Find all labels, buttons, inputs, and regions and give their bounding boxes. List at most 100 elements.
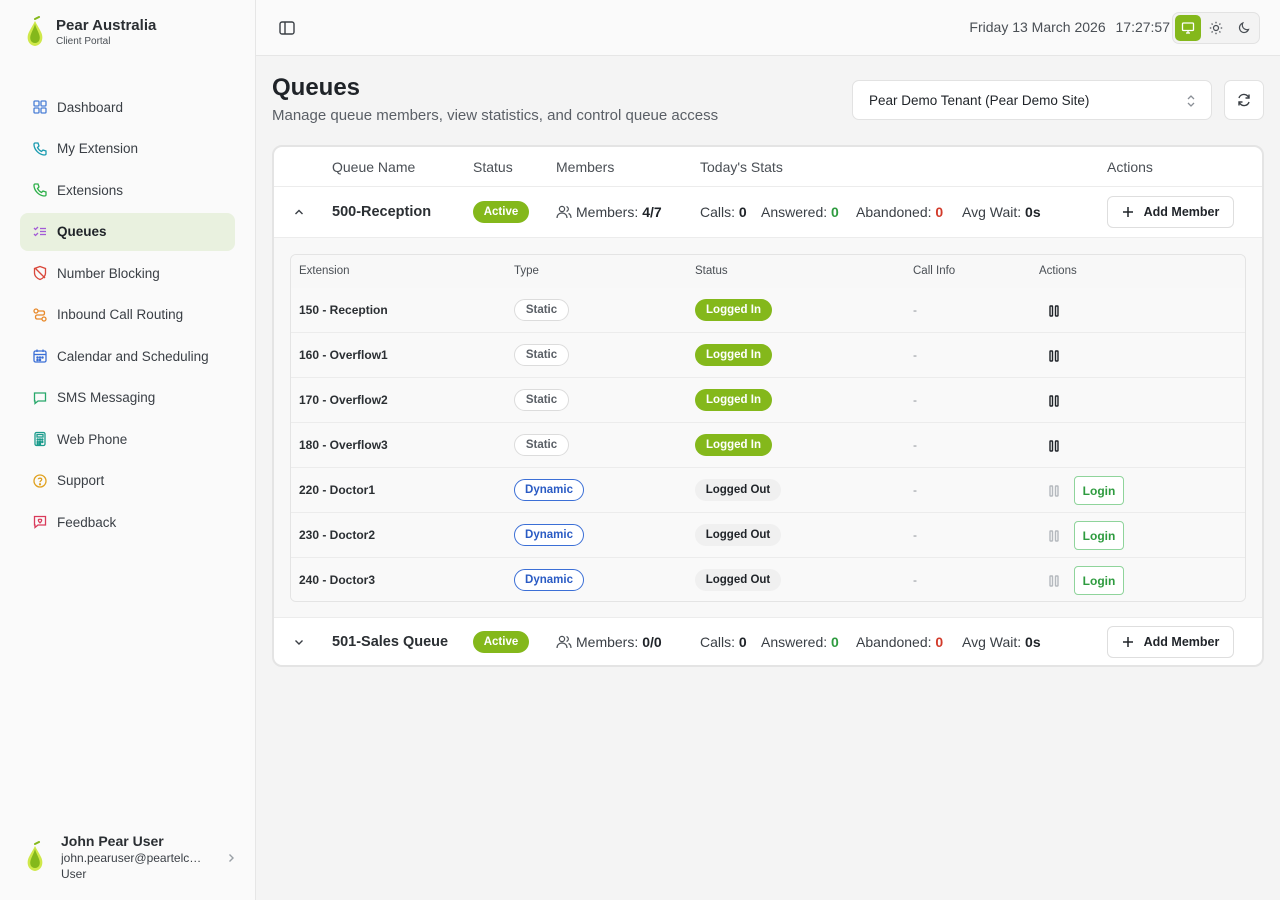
- queue-members: Members: 0/0: [556, 634, 662, 650]
- table-row: 180 - Overflow3 Static Logged In -: [291, 423, 1245, 468]
- type-badge: Dynamic: [514, 569, 584, 591]
- type-badge: Static: [514, 389, 569, 411]
- pause-button[interactable]: [1045, 572, 1063, 590]
- call-info: -: [913, 438, 917, 452]
- call-info: -: [913, 483, 917, 497]
- expand-button[interactable]: [290, 633, 308, 651]
- type-badge: Static: [514, 344, 569, 366]
- users-icon: [556, 635, 572, 649]
- members-value: 0/0: [642, 634, 662, 650]
- sidebar-item-number-blocking[interactable]: Number Blocking: [20, 254, 235, 292]
- member-extension: 220 - Doctor1: [299, 483, 376, 497]
- collapse-button[interactable]: [290, 203, 308, 221]
- queue-name: 501-Sales Queue: [332, 634, 449, 650]
- stat-label: Abandoned:: [856, 204, 932, 220]
- stat-avg-wait: Avg Wait: 0s: [962, 204, 1041, 220]
- col-call-info: Call Info: [913, 265, 956, 277]
- brand[interactable]: Pear Australia Client Portal: [24, 16, 156, 48]
- sidebar-item-sms-messaging[interactable]: SMS Messaging: [20, 379, 235, 417]
- call-info: -: [913, 573, 917, 587]
- sidebar-item-label: Support: [57, 473, 105, 488]
- refresh-button[interactable]: [1224, 80, 1264, 120]
- stat-label: Avg Wait:: [962, 204, 1022, 220]
- col-members: Members: [556, 159, 615, 175]
- pause-button[interactable]: [1045, 302, 1063, 320]
- tenant-select[interactable]: Pear Demo Tenant (Pear Demo Site): [852, 80, 1212, 120]
- pause-button[interactable]: [1045, 392, 1063, 410]
- sidebar-item-inbound-call-routing[interactable]: Inbound Call Routing: [20, 296, 235, 334]
- table-row: 230 - Doctor2 Dynamic Logged Out - Login: [291, 513, 1245, 558]
- table-row: 160 - Overflow1 Static Logged In -: [291, 333, 1245, 378]
- sidebar-item-feedback[interactable]: Feedback: [20, 503, 235, 541]
- refresh-icon: [1238, 93, 1250, 107]
- pause-button[interactable]: [1045, 437, 1063, 455]
- add-member-button[interactable]: Add Member: [1107, 626, 1234, 658]
- queue-row: 501-Sales Queue Active Members: 0/0 Call…: [274, 617, 1262, 665]
- stat-abandoned: Abandoned: 0: [856, 204, 943, 220]
- sidebar-item-extensions[interactable]: Extensions: [20, 171, 235, 209]
- members-table: Extension Type Status Call Info Actions …: [290, 254, 1246, 602]
- topbar: Friday 13 March 2026 17:27:57: [256, 0, 1280, 56]
- type-badge: Dynamic: [514, 479, 584, 501]
- table-row: 170 - Overflow2 Static Logged In -: [291, 378, 1245, 423]
- members-label: Members:: [576, 204, 639, 220]
- pear-avatar-icon: [27, 841, 43, 871]
- login-button[interactable]: Login: [1074, 476, 1124, 505]
- col-member-actions: Actions: [1039, 265, 1077, 277]
- sidebar-item-label: Extensions: [57, 182, 124, 198]
- help-circle-icon: [32, 473, 48, 489]
- calculator-icon: [32, 431, 48, 447]
- add-member-button[interactable]: Add Member: [1107, 196, 1234, 228]
- theme-dark-button[interactable]: [1231, 15, 1257, 41]
- stat-label: Answered:: [761, 634, 828, 650]
- feedback-icon: [32, 514, 48, 530]
- col-status: Status: [473, 159, 513, 175]
- member-status-badge: Logged Out: [695, 524, 781, 546]
- users-icon: [556, 205, 572, 219]
- table-row: 150 - Reception Static Logged In -: [291, 288, 1245, 333]
- chevron-up-icon: [295, 209, 303, 215]
- pause-icon: [1049, 485, 1059, 497]
- login-button[interactable]: Login: [1074, 521, 1124, 550]
- add-member-label: Add Member: [1143, 635, 1220, 649]
- status-badge: Active: [473, 631, 529, 653]
- user-menu[interactable]: John Pear User john.pearuser@peartelco.c…: [24, 832, 236, 882]
- brand-title: Pear Australia: [56, 17, 157, 34]
- sun-icon: [1209, 21, 1223, 35]
- theme-system-button[interactable]: [1175, 15, 1201, 41]
- moon-icon: [1238, 21, 1250, 34]
- sidebar-item-my-extension[interactable]: My Extension: [20, 130, 235, 168]
- member-status-badge: Logged Out: [695, 569, 781, 591]
- login-button[interactable]: Login: [1074, 566, 1124, 595]
- phone-icon: [32, 182, 48, 198]
- member-extension: 160 - Overflow1: [299, 348, 388, 362]
- plus-icon: [1122, 637, 1133, 647]
- sidebar-toggle-button[interactable]: [276, 17, 298, 39]
- pause-button[interactable]: [1045, 527, 1063, 545]
- sidebar-item-dashboard[interactable]: Dashboard: [20, 88, 235, 126]
- sidebar-item-label: SMS Messaging: [57, 390, 156, 405]
- col-todays-stats: Today's Stats: [700, 159, 783, 175]
- theme-light-button[interactable]: [1203, 15, 1229, 41]
- chevron-right-icon: [226, 851, 236, 866]
- sidebar: Pear Australia Client Portal Dashboard M…: [0, 0, 256, 900]
- route-icon: [32, 307, 48, 323]
- type-badge: Static: [514, 299, 569, 321]
- stat-answered: Answered: 0: [761, 634, 839, 650]
- sidebar-item-label: Calendar and Scheduling: [57, 348, 209, 364]
- sidebar-item-calendar[interactable]: Calendar and Scheduling: [20, 337, 235, 375]
- message-icon: [32, 390, 48, 406]
- table-row: 240 - Doctor3 Dynamic Logged Out - Login: [291, 558, 1245, 601]
- sidebar-item-web-phone[interactable]: Web Phone: [20, 420, 235, 458]
- sidebar-item-support[interactable]: Support: [20, 462, 235, 500]
- member-extension: 180 - Overflow3: [299, 438, 388, 452]
- list-checks-icon: [32, 224, 48, 240]
- stat-answered: Answered: 0: [761, 204, 839, 220]
- pause-button[interactable]: [1045, 482, 1063, 500]
- type-badge: Static: [514, 434, 569, 456]
- stat-value: 0: [935, 204, 944, 220]
- sidebar-item-queues[interactable]: Queues: [20, 212, 235, 251]
- monitor-icon: [1181, 22, 1195, 34]
- pause-button[interactable]: [1045, 347, 1063, 365]
- brand-subtitle: Client Portal: [56, 36, 111, 47]
